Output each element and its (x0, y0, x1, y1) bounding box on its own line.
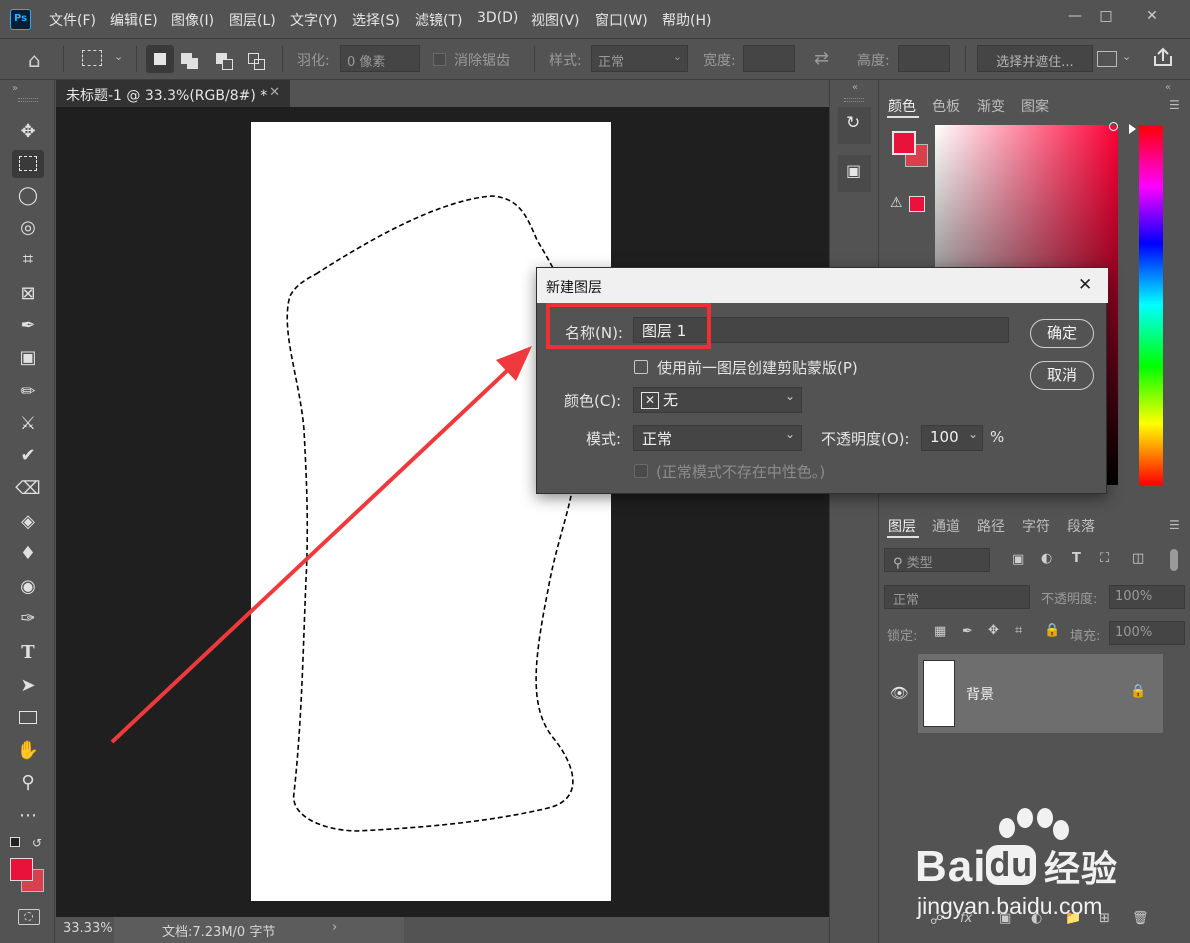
baidu-watermark: Baidu 经验 jingyan.baidu.com (905, 808, 1185, 938)
annotation-arrow (110, 346, 532, 744)
watermark-brand-b: du (986, 845, 1037, 885)
watermark-brand-a: Bai (915, 842, 987, 891)
watermark-url: jingyan.baidu.com (917, 893, 1103, 919)
watermark-brand-cn: 经验 (1044, 848, 1119, 889)
